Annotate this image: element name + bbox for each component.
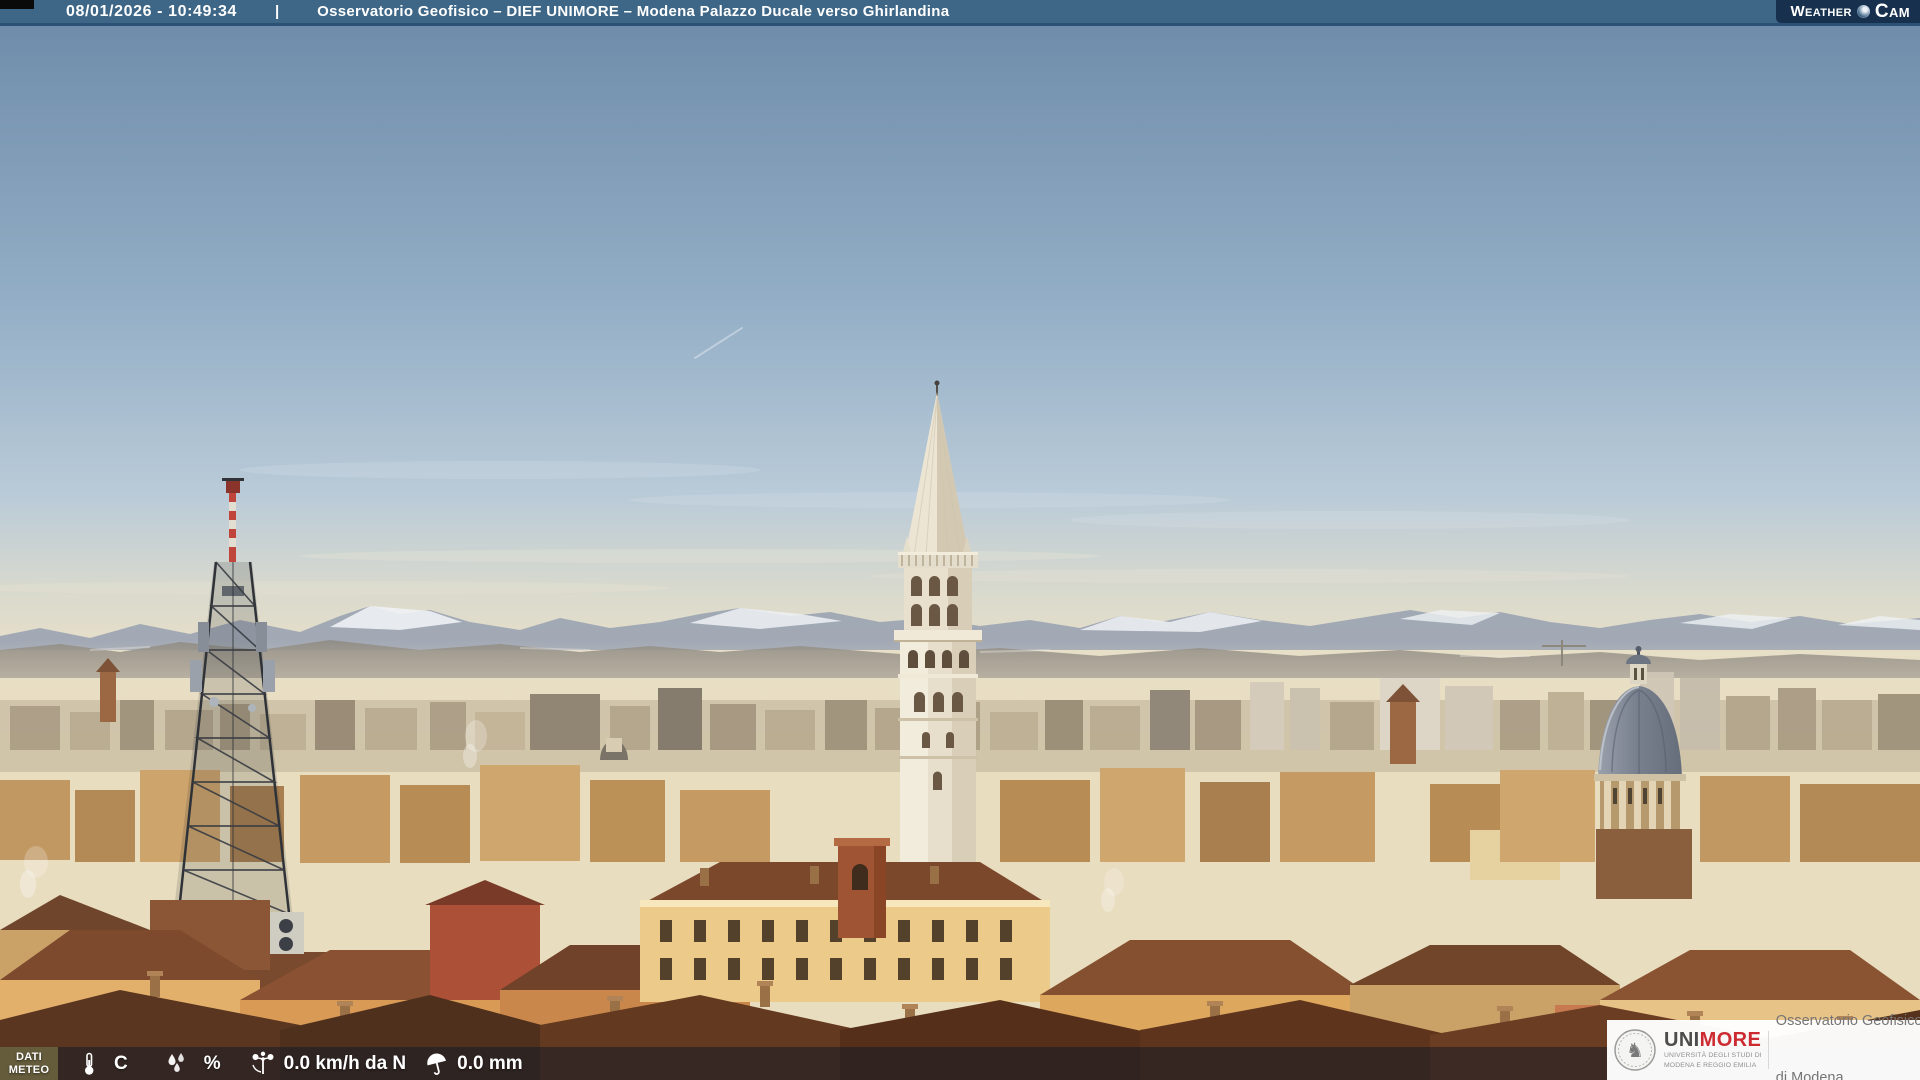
webcam-page: 08/01/2026 - 10:49:34 | Osservatorio Geo… [0,0,1920,1080]
dati-meteo-label: DATI METEO [0,1047,58,1080]
university-line2: MODENA E REGGIO EMILIA [1664,1062,1757,1069]
university-line1: UNIVERSITÀ DEGLI STUDI DI [1664,1051,1762,1059]
unimore-uni: UNI [1664,1028,1700,1051]
observatory-name: Osservatorio Geofisico di Modena [1776,975,1920,1080]
unimore-more: MORE [1699,1028,1762,1051]
thermometer-icon [85,1052,94,1075]
unimore-seal: ♞ [1614,1029,1656,1071]
top-bar: 08/01/2026 - 10:49:34 | Osservatorio Geo… [0,0,1920,26]
weathercam-logo: Weather Cam [1776,0,1920,23]
weathercam-logo-cam: Cam [1874,0,1910,22]
title-separator: | [274,3,280,20]
branding-box: ♞ UNIMORE UNIVERSITÀ DEGLI STUDI DI MODE… [1607,1013,1920,1080]
page-title: Osservatorio Geofisico – DIEF UNIMORE – … [317,3,950,20]
observatory-line1: Osservatorio Geofisico [1775,1013,1920,1030]
top-left-notch [0,0,34,9]
dati-meteo-line1: DATI [15,1051,43,1064]
umbrella-icon [427,1053,447,1075]
observatory-line2: di Modena [1775,1069,1844,1080]
humidity-unit: % [203,1052,221,1074]
datetime-label: 08/01/2026 - 10:49:34 [66,2,237,20]
branding-divider [1767,1031,1769,1069]
rain-value: 0.0 mm [457,1052,523,1074]
globe-icon [1856,5,1870,18]
webcam-photo [0,0,1920,1080]
humidity-icon [168,1052,184,1072]
temperature-unit: C [114,1052,128,1074]
anemometer-icon [251,1051,274,1074]
wind-value: 0.0 km/h da N [283,1052,407,1074]
dati-meteo-line2: METEO [8,1063,50,1076]
svg-text:♞: ♞ [1626,1038,1644,1062]
weathercam-logo-weather: Weather [1790,3,1852,20]
unimore-wordmark: UNIMORE UNIVERSITÀ DEGLI STUDI DI MODENA… [1664,1030,1762,1071]
